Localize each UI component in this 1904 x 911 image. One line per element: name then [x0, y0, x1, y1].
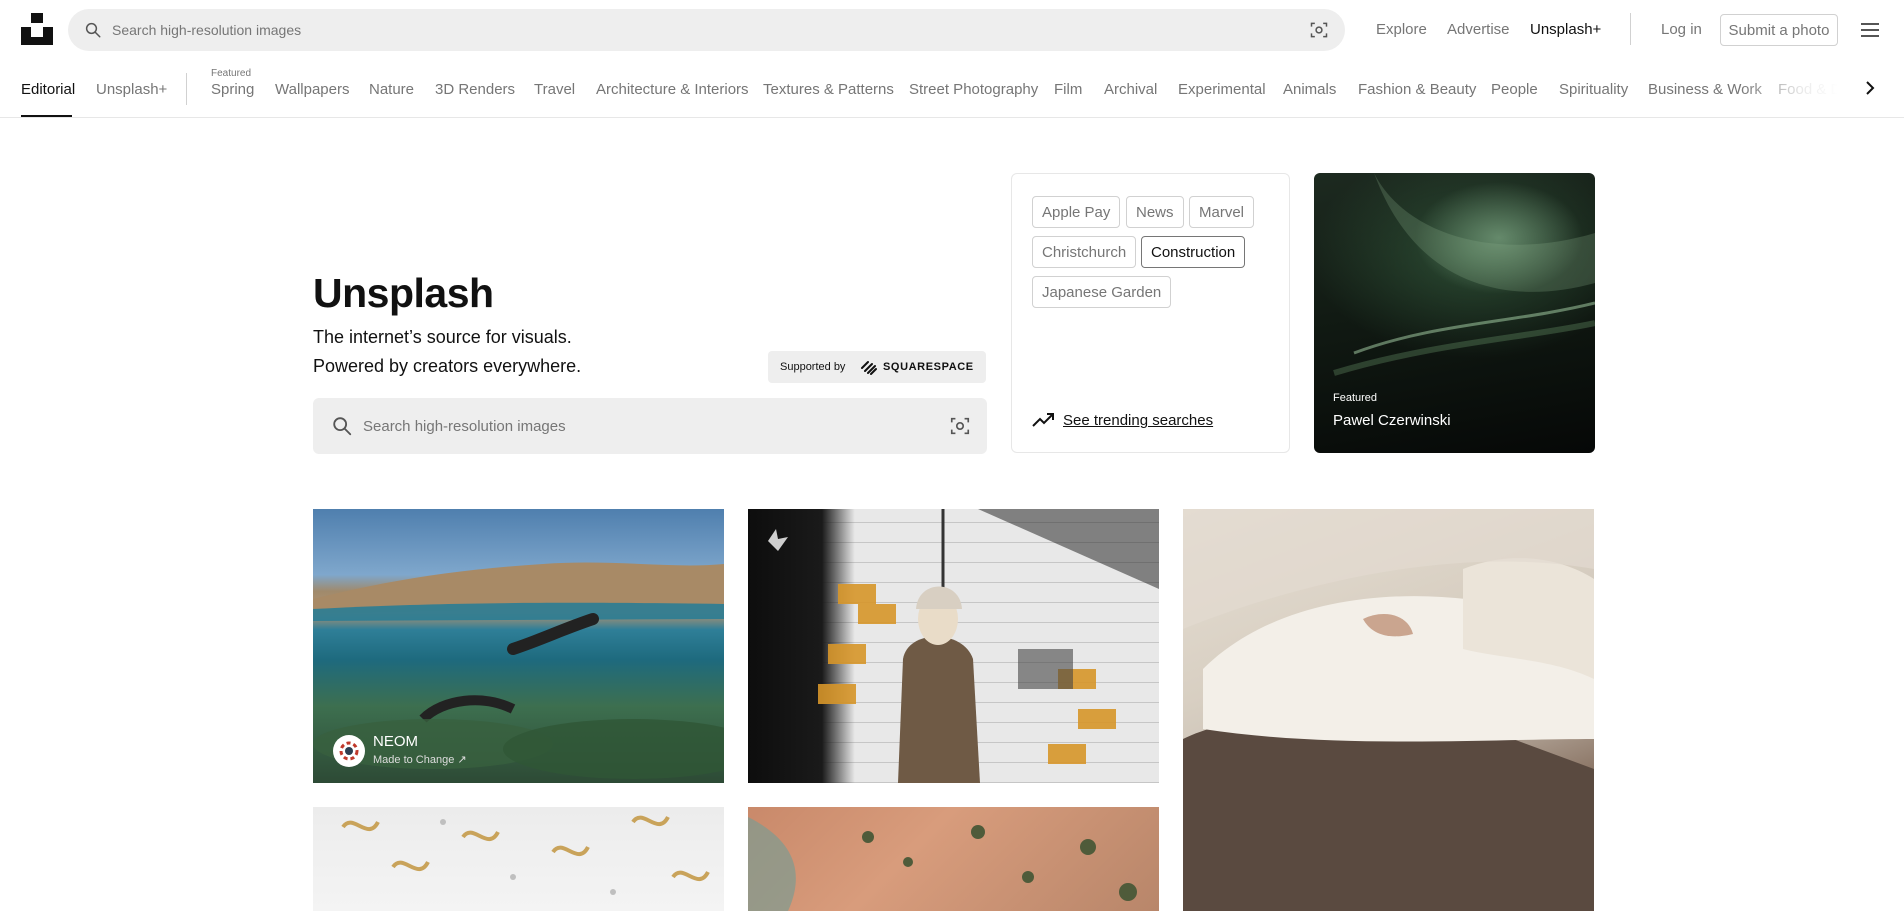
trending-up-icon — [1032, 413, 1054, 427]
header-search-bar — [68, 9, 1345, 51]
sponsor-tagline[interactable]: Made to Change ↗ — [373, 753, 467, 766]
topic-architecture-interiors[interactable]: Architecture & Interiors — [596, 81, 749, 98]
confetti-scene — [341, 815, 710, 895]
photo-gold-confetti[interactable] — [313, 807, 724, 911]
topic-textures-patterns[interactable]: Textures & Patterns — [763, 81, 894, 98]
search-icon[interactable] — [331, 415, 353, 437]
sponsor-avatar — [333, 735, 365, 767]
visual-search-icon[interactable] — [949, 415, 971, 437]
nav-explore[interactable]: Explore — [1376, 21, 1427, 38]
hero-search-input[interactable] — [363, 398, 923, 454]
submit-photo-button[interactable]: Submit a photo — [1720, 14, 1838, 46]
topic-nature[interactable]: Nature — [369, 81, 414, 98]
search-icon[interactable] — [84, 21, 102, 39]
topic-film[interactable]: Film — [1054, 81, 1082, 98]
featured-label: Featured — [1333, 392, 1378, 404]
top-header: Explore Advertise Unsplash+ Log in Submi… — [0, 0, 1904, 60]
photo-snorkeler[interactable]: NEOM Made to Change ↗ — [313, 509, 724, 783]
hamburger-menu-icon[interactable] — [1860, 20, 1880, 40]
nav-advertise[interactable]: Advertise — [1447, 21, 1510, 38]
hero-tagline-2: Powered by creators everywhere. — [313, 356, 582, 376]
unsplash-logo-icon[interactable] — [21, 13, 53, 45]
topic-fashion-beauty[interactable]: Fashion & Beauty — [1358, 81, 1476, 98]
header-divider — [1630, 13, 1631, 45]
topic-3d-renders[interactable]: 3D Renders — [435, 81, 515, 98]
squarespace-sponsor-badge[interactable]: Supported by SQUARESPACE — [768, 351, 986, 383]
nav-unsplash-plus[interactable]: Unsplash+ — [1530, 21, 1601, 38]
trending-chip[interactable]: Japanese Garden — [1032, 276, 1172, 308]
topic-spring[interactable]: Spring — [211, 81, 254, 98]
tiled-wall-scene — [818, 509, 1159, 783]
topic-spirituality[interactable]: Spirituality — [1559, 81, 1628, 98]
tab-editorial[interactable]: Editorial — [21, 81, 75, 98]
topic-experimental[interactable]: Experimental — [1178, 81, 1266, 98]
supported-by-label: Supported by — [780, 361, 846, 373]
trending-chip-active[interactable]: Construction — [1141, 236, 1246, 268]
chevron-right-icon[interactable] — [1860, 78, 1880, 98]
header-search-input[interactable] — [112, 9, 1262, 51]
trending-chip[interactable]: Christchurch — [1032, 236, 1137, 268]
trending-searches-card: Apple Pay News Marvel Christchurch Const… — [1011, 173, 1290, 453]
trending-chip[interactable]: Marvel — [1189, 196, 1255, 228]
topic-people[interactable]: People — [1491, 81, 1538, 98]
hero-search-bar — [313, 398, 987, 454]
photo-woman-tiled-wall[interactable] — [748, 509, 1159, 783]
see-trending-text[interactable]: See trending searches — [1063, 412, 1213, 429]
login-link[interactable]: Log in — [1661, 21, 1702, 38]
squarespace-logo-icon — [861, 361, 877, 375]
unsplash-plus-badge-icon — [768, 529, 788, 551]
topic-travel[interactable]: Travel — [534, 81, 575, 98]
desert-scene — [748, 817, 1137, 911]
sponsor-name[interactable]: NEOM — [373, 733, 418, 750]
photo-woman-on-chair[interactable] — [1183, 509, 1594, 911]
trending-chip[interactable]: Apple Pay — [1032, 196, 1121, 228]
hero-title: Unsplash — [313, 270, 494, 316]
tab-unsplash-plus[interactable]: Unsplash+ — [96, 81, 167, 98]
photo-aerial-desert[interactable] — [748, 807, 1159, 911]
topic-animals[interactable]: Animals — [1283, 81, 1336, 98]
featured-abstract-curve — [1333, 173, 1595, 376]
topic-street-photography[interactable]: Street Photography — [909, 81, 1038, 98]
hero-tagline-1: The internet’s source for visuals. — [313, 327, 572, 347]
squarespace-wordmark: SQUARESPACE — [883, 361, 974, 373]
topic-wallpapers[interactable]: Wallpapers — [275, 81, 349, 98]
featured-photo-card[interactable]: Featured Pawel Czerwinski — [1314, 173, 1595, 453]
trending-chip[interactable]: News — [1126, 196, 1184, 228]
active-tab-indicator — [21, 115, 72, 117]
topics-divider — [186, 73, 187, 105]
featured-photographer-name[interactable]: Pawel Czerwinski — [1333, 412, 1451, 429]
topic-business-work[interactable]: Business & Work — [1648, 81, 1762, 98]
topic-archival[interactable]: Archival — [1104, 81, 1157, 98]
topics-nav: Editorial Unsplash+ Featured Spring Wall… — [0, 60, 1904, 118]
chair-scene — [1183, 509, 1594, 911]
featured-topic-label: Featured — [211, 68, 252, 79]
visual-search-icon[interactable] — [1309, 20, 1329, 40]
topic-food-drink[interactable]: Food & Drink — [1778, 81, 1866, 98]
